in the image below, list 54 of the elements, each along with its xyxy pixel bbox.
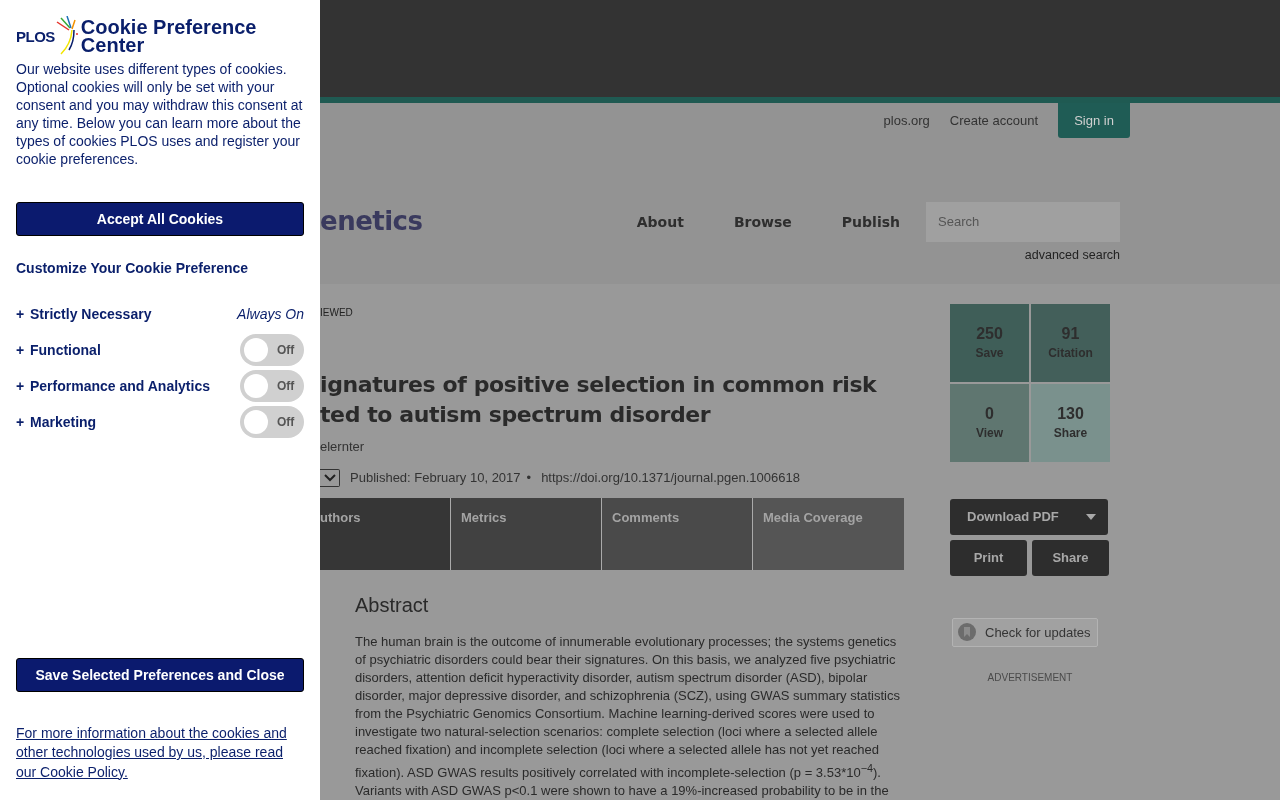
expand-icon[interactable]: + [16, 306, 30, 322]
metric-tile[interactable]: 0 View [950, 383, 1029, 462]
metric-tile[interactable]: 130 Share [1031, 383, 1110, 462]
sign-in-button[interactable]: Sign in [1058, 102, 1130, 138]
advanced-search-link[interactable]: advanced search [1024, 247, 1120, 262]
save-preferences-button[interactable]: Save Selected Preferences and Close [16, 657, 304, 692]
expand-icon[interactable]: + [16, 378, 30, 394]
author-name[interactable]: elernter [320, 438, 904, 454]
version-select[interactable] [320, 468, 340, 487]
article-title: ignatures of positive selection in common risk ted to autism spectrum disorder [320, 370, 878, 429]
toggle-switch[interactable]: Off [240, 406, 304, 438]
nav-link[interactable]: Publish [841, 213, 900, 230]
category-label[interactable]: Marketing [30, 414, 240, 430]
abstract-heading: Abstract [355, 593, 430, 617]
article-tab[interactable]: Comments [602, 497, 753, 570]
search-field[interactable]: Search [926, 201, 1120, 242]
metric-value: 0 [985, 405, 994, 424]
nav-link[interactable]: Browse [733, 213, 792, 230]
doi-link[interactable]: https://doi.org/10.1371/journal.pgen.1006618 [541, 470, 800, 486]
publish-date: Published: February 10, 2017 [350, 470, 521, 486]
accept-all-button[interactable]: Accept All Cookies [16, 202, 304, 236]
advertisement-label: ADVERTISEMENT [986, 671, 1074, 683]
nav-link[interactable]: About [636, 213, 684, 230]
peer-reviewed-label: IEWED [320, 306, 354, 318]
metric-label: View [975, 426, 1004, 441]
category-label[interactable]: Performance and Analytics [30, 378, 240, 394]
journal-logo[interactable]: enetics [320, 205, 423, 236]
toggle-switch[interactable]: Off [240, 334, 304, 366]
customize-heading: Customize Your Cookie Preference [16, 260, 250, 276]
article-tab[interactable]: Metrics [451, 497, 602, 570]
category-label[interactable]: Functional [30, 342, 240, 358]
share-button[interactable]: Share [1032, 539, 1109, 576]
cookie-policy-link[interactable]: For more information about the cookies and other technologies used by us, please read our Cookie Policy. [16, 723, 304, 782]
toggle-switch[interactable]: Off [240, 370, 304, 402]
caret-icon [1086, 513, 1096, 520]
expand-icon[interactable]: + [16, 342, 30, 358]
metric-value: 130 [1057, 405, 1084, 424]
print-button[interactable]: Print [950, 539, 1027, 576]
header-link[interactable]: plos.org [883, 112, 930, 128]
download-pdf-button[interactable]: Download PDF [950, 498, 1108, 535]
article-tab[interactable]: uthors [320, 497, 451, 570]
panel-description: Our website uses different types of cookies. Optional cookies will only be set with your consent and you may withdraw this consent at any time. Below you can learn more about the types of cookies PLOS uses and register your cookie preferences. [16, 60, 304, 168]
plos-logo: PLOS [16, 16, 79, 56]
header-link[interactable]: Create account [949, 112, 1038, 128]
article-tab[interactable]: Media Coverage [753, 497, 904, 570]
always-on-label: Always On [237, 306, 304, 322]
abstract-text: The human brain is the outcome of innumerable evolutionary processes; the systems genetics of psychiatric disorders could bear their signatures. On this basis, we analyzed five psychiatric disorders, attention deficit hyperactivity disorder, autism spectrum disorder (ASD), bipolar disorder, major depressive disorder, and schizophrenia (SCZ), using GWAS summary statistics from the Psychiatric Genomics Consortium. Machine learning-derived scores were used to investigate two natural-selection scenarios: complete selection (loci where a selected allele reached fixation) and incomplete selection (loci where a selected allele has not yet reached fixation). ASD GWAS results positively correlated with incomplete-selection (p = 3.53*10$^{−4}$). Variants with ASD GWAS p<0.1 were shown to have a 19%-increased probability to be in the [355, 632, 901, 800]
check-for-updates-button[interactable]: Check for updates [952, 617, 1098, 647]
bookmark-icon [957, 622, 977, 643]
chevron-down-icon [323, 473, 336, 482]
separator-dot: • [526, 470, 532, 486]
panel-title: Cookie Preference Center [80, 15, 258, 54]
metric-label: Share [1053, 426, 1088, 441]
expand-icon[interactable]: + [16, 414, 30, 430]
